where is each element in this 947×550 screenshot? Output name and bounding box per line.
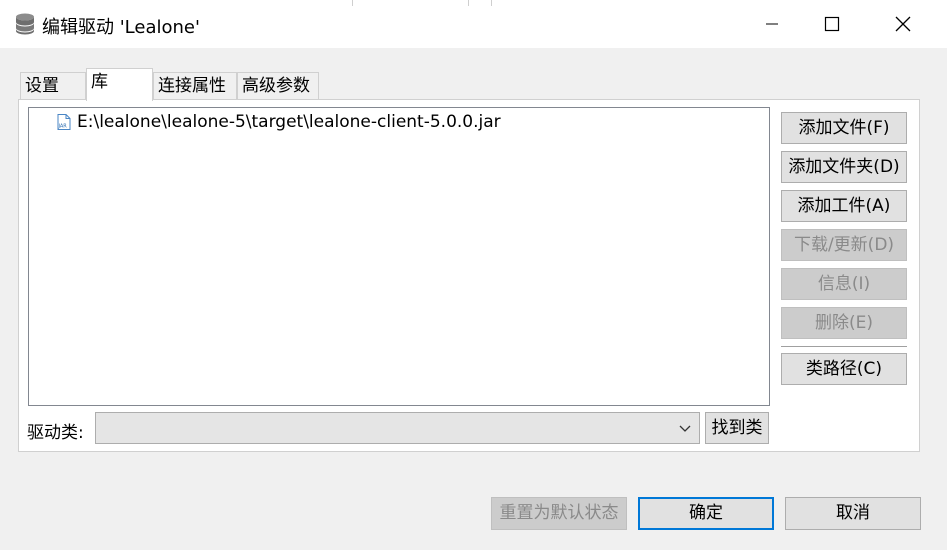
maximize-button[interactable]: [802, 0, 862, 48]
reset-defaults-button[interactable]: 重置为默认状态: [491, 497, 627, 530]
add-file-button[interactable]: 添加文件(F): [781, 112, 907, 144]
tab-label: 设置: [25, 76, 59, 96]
ok-button[interactable]: 确定: [638, 497, 774, 530]
driver-class-select[interactable]: [95, 412, 700, 444]
library-list[interactable]: JAR E:\lealone\lealone-5\target\lealone-…: [28, 107, 770, 406]
tab-label: 库: [91, 72, 108, 92]
background-window-edge: [468, 0, 490, 6]
tab-settings[interactable]: 设置: [20, 72, 86, 100]
jar-file-icon: JAR: [57, 114, 71, 130]
info-button[interactable]: 信息(I): [781, 268, 907, 300]
minimize-icon: [766, 23, 778, 25]
tab-label: 高级参数: [242, 76, 310, 96]
title-bar: 编辑驱动 'Lealone': [0, 0, 947, 48]
cancel-button[interactable]: 取消: [785, 497, 921, 530]
button-separator: [781, 346, 907, 347]
tab-label: 连接属性: [158, 76, 226, 96]
add-folder-button[interactable]: 添加文件夹(D): [781, 151, 907, 183]
tab-connection-properties[interactable]: 连接属性: [153, 72, 237, 100]
minimize-button[interactable]: [742, 0, 802, 48]
svg-text:JAR: JAR: [58, 124, 68, 130]
close-button[interactable]: [873, 0, 933, 48]
database-icon: [14, 12, 36, 36]
add-artifact-button[interactable]: 添加工件(A): [781, 190, 907, 222]
chevron-down-icon: [679, 425, 691, 432]
window-title: 编辑驱动 'Lealone': [42, 17, 200, 38]
close-icon: [895, 16, 911, 32]
list-item[interactable]: JAR E:\lealone\lealone-5\target\lealone-…: [57, 112, 501, 132]
download-update-button[interactable]: 下载/更新(D): [781, 229, 907, 261]
tab-libraries[interactable]: 库: [86, 68, 153, 101]
maximize-icon: [824, 16, 840, 32]
classpath-button[interactable]: 类路径(C): [781, 353, 907, 385]
tab-advanced-parameters[interactable]: 高级参数: [237, 72, 319, 100]
delete-button[interactable]: 删除(E): [781, 307, 907, 339]
driver-class-label: 驱动类:: [27, 423, 84, 443]
find-class-button[interactable]: 找到类: [705, 412, 769, 444]
library-path: E:\lealone\lealone-5\target\lealone-clie…: [77, 112, 501, 132]
